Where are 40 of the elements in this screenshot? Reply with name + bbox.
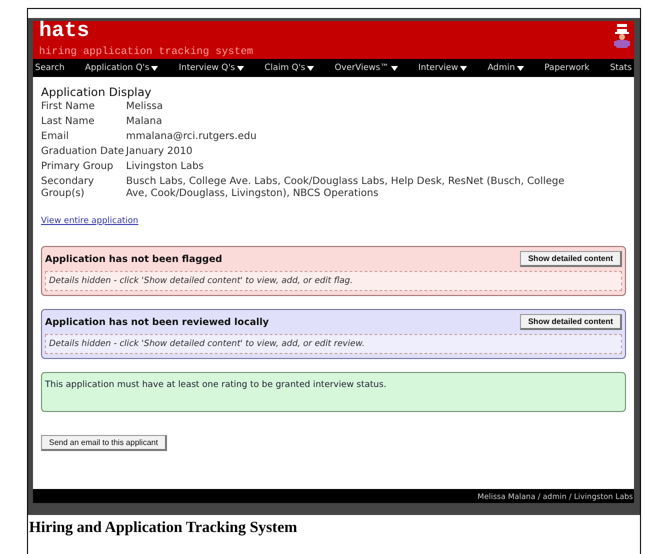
caret-icon xyxy=(307,66,314,70)
nav-item[interactable]: Paperwork xyxy=(544,63,590,73)
nav-item[interactable]: OverViews™ xyxy=(334,63,398,73)
field-label: Primary Group xyxy=(41,161,114,173)
nav-item[interactable]: Application Q's xyxy=(84,63,158,73)
field-label: Graduation Date xyxy=(41,146,126,158)
details-note: Details hidden - click 'Show detailed content' to view, add, or edit review. xyxy=(45,334,622,354)
show-content-button[interactable]: Show detailed content xyxy=(520,314,622,330)
show-content-button[interactable]: Show detailed content xyxy=(520,251,622,267)
panel-title: Application has not been reviewed locally xyxy=(45,316,269,328)
field-value: Busch Labs, College Ave. Labs, Cook/Douglass Labs, Help Desk, ResNet (Busch, College Ave, Cook/Douglass, Livingston), NBCS Operations xyxy=(126,176,566,200)
panel-title: Application has not been flagged xyxy=(45,254,222,264)
field-value: Melissa xyxy=(126,101,164,113)
field-label: Last Name xyxy=(41,116,96,128)
nav-item[interactable]: Search xyxy=(35,63,65,73)
caret-icon xyxy=(390,66,398,70)
figure-caption: Hiring and Application Tracking System xyxy=(29,519,298,537)
caret-icon xyxy=(237,66,244,70)
field-value: Livingston Labs xyxy=(126,161,205,173)
nav-item[interactable]: Admin xyxy=(488,63,524,73)
field-value: Malana xyxy=(126,116,164,128)
field-label: First Name xyxy=(41,101,96,113)
send-email-button[interactable]: Send an email to this applicant xyxy=(41,435,167,451)
caret-icon xyxy=(151,66,158,70)
app-logo: hats xyxy=(39,21,90,43)
field-label: Secondary Group(s) xyxy=(41,176,95,200)
caret-icon xyxy=(460,66,468,70)
nav-item[interactable]: Stats xyxy=(610,63,632,73)
view-application-link[interactable]: View entire application xyxy=(41,216,138,226)
field-value: mmalana@rci.rutgers.edu xyxy=(126,131,258,143)
caret-icon xyxy=(516,66,524,70)
notice-text: This application must have at least one rating to be granted interview status. xyxy=(45,379,388,392)
field-value: January 2010 xyxy=(126,146,194,158)
field-label: Email xyxy=(41,131,70,143)
nav-item[interactable]: Interview Q's xyxy=(178,63,244,73)
nav-item[interactable]: Claim Q's xyxy=(264,63,314,73)
page-title: Application Display xyxy=(41,85,152,99)
app-subtitle: hiring application tracking system xyxy=(39,45,254,59)
details-note: Details hidden - click 'Show detailed content' to view, add, or edit flag. xyxy=(45,271,622,291)
nav-item[interactable]: Interview xyxy=(418,63,468,73)
